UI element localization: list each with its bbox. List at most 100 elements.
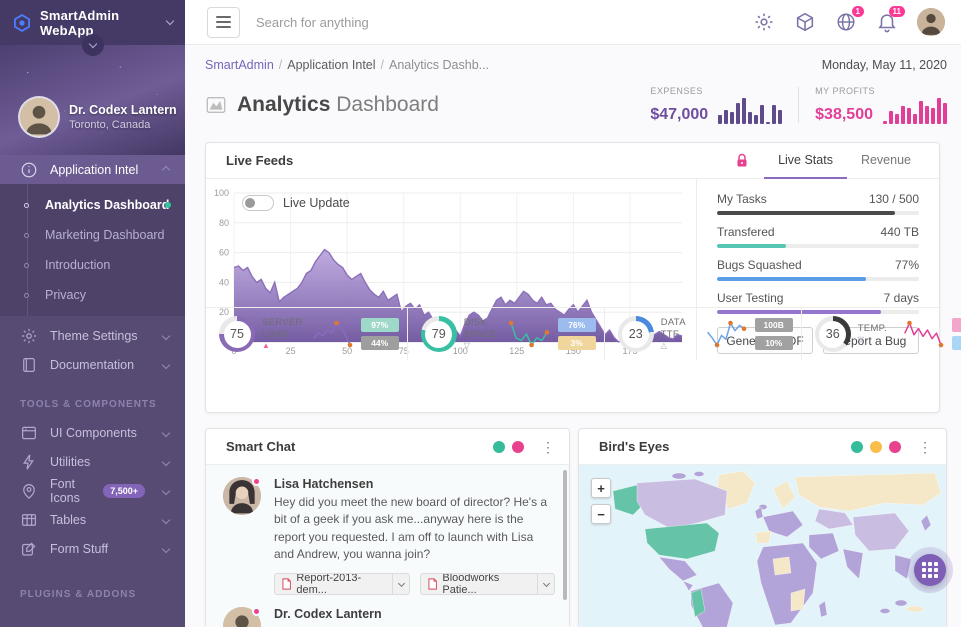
topbar-avatar[interactable] xyxy=(917,8,945,36)
temp-sparkline xyxy=(901,319,945,349)
profits-value: $38,500 xyxy=(815,106,873,124)
stat-badge: 100B xyxy=(755,318,793,332)
profile-collapse-button[interactable] xyxy=(82,34,104,56)
trend-down-icon: ▽ xyxy=(464,341,500,351)
svg-text:80: 80 xyxy=(219,218,229,228)
sidebar-profile[interactable]: Dr. Codex Lantern Toronto, Canada xyxy=(0,45,185,155)
header-stats: EXPENSES $47,000 MY PROFITS $38,500 xyxy=(650,86,947,124)
breadcrumb-smartadmin[interactable]: SmartAdmin xyxy=(205,58,274,72)
chat-message: Dr. Codex Lantern Thanks for the file! Y… xyxy=(223,607,555,627)
sidebar-item-ui-components[interactable]: UI Components xyxy=(0,418,185,447)
section-plugins-addons: PLUGINS & ADDONS xyxy=(0,563,185,608)
sidebar-item-tables[interactable]: Tables xyxy=(0,505,185,534)
server-load-ring: 75 xyxy=(219,316,255,352)
trend-down-icon: ▽ xyxy=(858,335,894,345)
chevron-down-icon xyxy=(162,457,170,465)
chat-messages: Lisa Hatchensen Hey did you meet the new… xyxy=(206,465,569,627)
map-zoom-out-button[interactable]: − xyxy=(591,504,611,524)
disk-space-sparkline xyxy=(507,319,551,349)
current-date: Monday, May 11, 2020 xyxy=(822,58,947,72)
stat-badge: 44% xyxy=(361,336,399,350)
metric-label: My Tasks xyxy=(717,192,767,206)
pdf-file-icon xyxy=(282,578,291,590)
kebab-menu-icon[interactable]: ⋮ xyxy=(541,440,555,454)
tab-live-stats[interactable]: Live Stats xyxy=(764,143,847,179)
sidebar-item-analytics-dashboard[interactable]: Analytics Dashboard xyxy=(0,190,185,220)
section-tools-components: TOOLS & COMPONENTS xyxy=(0,379,185,418)
search-input[interactable] xyxy=(256,15,737,30)
map-zoom-in-button[interactable]: + xyxy=(591,478,611,498)
topbar: 1 11 xyxy=(185,0,961,45)
chat-message: Lisa Hatchensen Hey did you meet the new… xyxy=(223,477,555,597)
chevron-down-icon xyxy=(162,331,170,339)
sidebar-item-theme-settings[interactable]: Theme Settings xyxy=(0,321,185,350)
server-load-tile: 75 SERVERLOAD▲ 97%44% xyxy=(206,308,408,360)
bell-icon[interactable]: 11 xyxy=(876,11,898,33)
expenses-stat: EXPENSES $47,000 xyxy=(650,86,782,124)
world-map[interactable]: + − xyxy=(579,465,946,627)
chat-scrollbar-thumb[interactable] xyxy=(563,470,567,600)
settings-gear-icon[interactable] xyxy=(753,11,775,33)
active-indicator-dot xyxy=(165,202,171,208)
sidebar-item-application-intel[interactable]: Application Intel xyxy=(0,155,185,184)
sidebar-item-documentation[interactable]: Documentation xyxy=(0,350,185,379)
smartadmin-app: SmartAdmin WebApp Dr. Codex Lantern Toro… xyxy=(0,0,961,627)
sidebar-item-font-icons[interactable]: Font Icons 7,500+ xyxy=(0,476,185,505)
sidebar-nav: Application Intel Analytics Dashboard Ma… xyxy=(0,155,185,608)
lock-icon[interactable] xyxy=(736,153,748,168)
message-text: Hey did you meet the new board of direct… xyxy=(274,494,555,564)
svg-text:60: 60 xyxy=(219,248,229,258)
attachment-bloodworks[interactable]: Bloodworks Patie... xyxy=(420,573,555,595)
chevron-up-icon xyxy=(162,165,170,173)
kebab-menu-icon[interactable]: ⋮ xyxy=(918,440,932,454)
live-feeds-header: Live Feeds Live Stats Revenue xyxy=(206,143,939,179)
profits-stat: MY PROFITS $38,500 xyxy=(815,86,947,124)
trend-up-icon: ▲ xyxy=(262,341,303,351)
user-name: Dr. Codex Lantern xyxy=(69,103,177,117)
app-launcher-button[interactable] xyxy=(914,554,946,586)
birds-eyes-header: Bird's Eyes ⋮ xyxy=(579,429,946,465)
stat-badge: 40F xyxy=(952,336,961,350)
sidebar-item-form-stuff[interactable]: Form Stuff xyxy=(0,534,185,563)
message-text: Thanks for the file! You guys go ahead, … xyxy=(274,624,555,627)
disk-space-tile: 79 DISKSPACE▽ 76%3% xyxy=(408,308,605,360)
page-header: Analytics Dashboard EXPENSES $47,000 MY … xyxy=(205,86,947,124)
birds-eyes-panel: Bird's Eyes ⋮ + − xyxy=(578,428,947,627)
smart-chat-panel: Smart Chat ⋮ Lisa Hatchensen xyxy=(205,428,570,627)
sidebar-item-marketing-dashboard[interactable]: Marketing Dashboard xyxy=(0,220,185,250)
area-chart-icon xyxy=(205,94,227,116)
pdf-file-icon xyxy=(428,578,437,590)
live-feeds-title: Live Feeds xyxy=(226,153,293,168)
tab-revenue[interactable]: Revenue xyxy=(847,143,925,179)
world-map-svg xyxy=(579,465,946,627)
toggle-switch[interactable] xyxy=(242,195,274,211)
metric-label: Bugs Squashed xyxy=(717,258,802,272)
sender-name: Lisa Hatchensen xyxy=(274,477,555,491)
attachment-report-2013[interactable]: Report-2013-dem... xyxy=(274,573,410,595)
stat-badge: 124 xyxy=(952,318,961,332)
svg-text:40: 40 xyxy=(219,277,229,287)
data-ttf-sparkline xyxy=(704,319,748,349)
attachment-dropdown[interactable] xyxy=(537,574,554,594)
birds-eyes-title: Bird's Eyes xyxy=(599,439,669,454)
live-update-toggle[interactable]: Live Update xyxy=(242,195,350,211)
subheader: SmartAdmin/Application Intel/Analytics D… xyxy=(205,58,947,72)
live-feeds-panel: Live Feeds Live Stats Revenue Live Updat… xyxy=(205,142,940,413)
globe-notifications-icon[interactable]: 1 xyxy=(835,11,857,33)
attachment-dropdown[interactable] xyxy=(392,574,409,594)
chevron-down-icon xyxy=(162,515,170,523)
globe-badge: 1 xyxy=(852,6,864,17)
apps-cube-icon[interactable] xyxy=(794,11,816,33)
breadcrumb-application-intel[interactable]: Application Intel xyxy=(287,58,375,72)
grid-icon xyxy=(922,562,938,578)
application-intel-submenu: Analytics Dashboard Marketing Dashboard … xyxy=(0,184,185,316)
bell-badge: 11 xyxy=(889,6,905,17)
sidebar-item-introduction[interactable]: Introduction xyxy=(0,250,185,280)
sidebar-item-utilities[interactable]: Utilities xyxy=(0,447,185,476)
lightning-icon xyxy=(20,453,38,471)
stat-badge: 76% xyxy=(558,318,596,332)
table-icon xyxy=(20,511,38,529)
data-ttf-tile: 23 DATATTF△ 100B10% xyxy=(605,308,802,360)
sidebar-item-privacy[interactable]: Privacy xyxy=(0,280,185,310)
menu-toggle-button[interactable] xyxy=(207,7,240,38)
